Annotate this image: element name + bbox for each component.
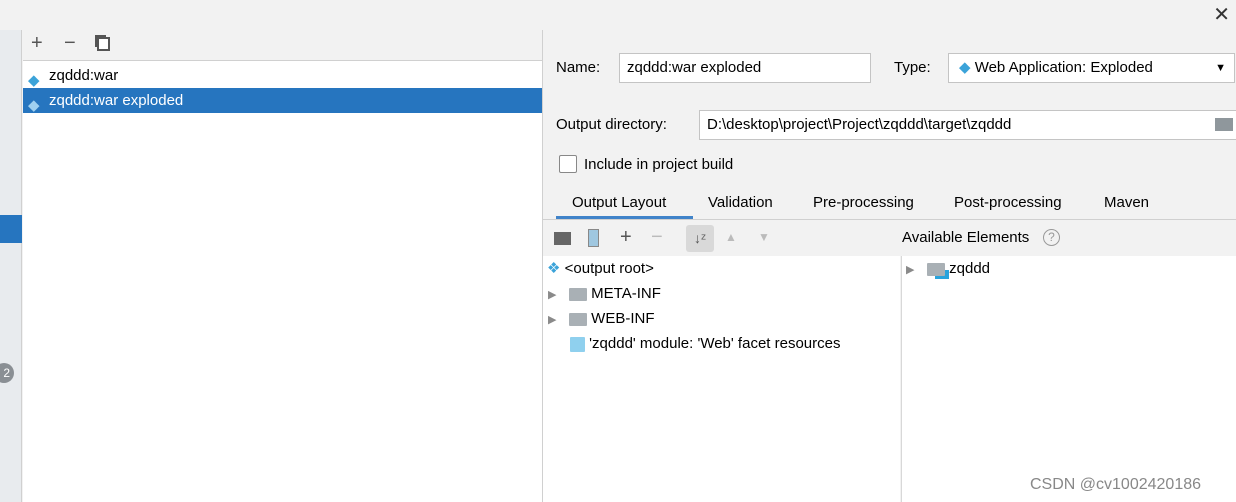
available-elements-title: Available Elements: [902, 229, 1030, 246]
remove-element-icon[interactable]: −: [651, 226, 663, 249]
type-label: Type:: [894, 59, 931, 76]
artifact-list: ◆ zqddd:war ◆ zqddd:war exploded: [23, 60, 542, 502]
include-label: Include in project build: [584, 156, 734, 173]
name-input[interactable]: zqddd:war exploded: [619, 53, 871, 83]
type-select[interactable]: ◆ Web Application: Exploded ▼: [948, 53, 1235, 83]
web-facet-icon: [570, 336, 585, 352]
include-checkbox[interactable]: [559, 155, 577, 173]
available-item[interactable]: ▶ zqddd: [906, 256, 990, 281]
archive-icon[interactable]: [588, 229, 599, 247]
artifact-icon: ◆: [28, 97, 40, 114]
move-up-icon[interactable]: ▲: [725, 230, 737, 244]
expand-arrow-icon[interactable]: ▶: [548, 314, 556, 326]
copy-icon[interactable]: [97, 37, 110, 51]
folder-open-icon[interactable]: [1215, 118, 1233, 131]
output-directory-label: Output directory:: [556, 116, 667, 133]
tree-item-web-facet[interactable]: 'zqddd' module: 'Web' facet resources: [570, 331, 840, 356]
module-folder-icon: [926, 262, 945, 276]
folder-icon: [568, 312, 587, 326]
tab-output-layout[interactable]: Output Layout: [572, 193, 666, 213]
move-down-icon[interactable]: ▼: [758, 230, 770, 244]
name-label: Name:: [556, 59, 601, 76]
artifact-item[interactable]: ◆ zqddd:war: [23, 63, 542, 89]
output-directory-input[interactable]: D:\desktop\project\Project\zqddd\target\…: [699, 110, 1236, 140]
chevron-down-icon: ▼: [1215, 62, 1226, 74]
tab-maven[interactable]: Maven: [1104, 193, 1149, 213]
output-layout-tree: ❖ <output root> ▶ META-INF ▶ WEB-INF 'zq…: [543, 256, 900, 502]
watermark: CSDN @cv1002420186: [1030, 476, 1202, 493]
tab-pre-processing[interactable]: Pre-processing: [813, 193, 914, 213]
expand-arrow-icon[interactable]: ▶: [906, 264, 914, 276]
available-elements-tree: ▶ zqddd: [901, 256, 1236, 502]
divider: [543, 219, 1236, 220]
folder-icon: [568, 287, 587, 301]
help-icon[interactable]: ?: [1043, 229, 1060, 246]
web-app-icon: ◆: [959, 59, 975, 76]
sort-icon[interactable]: ↓ᶻ: [686, 225, 714, 252]
tree-item-meta-inf[interactable]: ▶ META-INF: [548, 281, 661, 306]
remove-icon[interactable]: −: [64, 32, 76, 55]
artifact-icon: ◆: [28, 72, 40, 89]
new-folder-icon[interactable]: [554, 232, 571, 245]
side-strip: [0, 30, 22, 502]
tab-post-processing[interactable]: Post-processing: [954, 193, 1062, 213]
artifact-item-selected[interactable]: ◆ zqddd:war exploded: [23, 88, 542, 114]
tab-validation[interactable]: Validation: [708, 193, 773, 213]
side-strip-selection: [0, 215, 22, 243]
expand-arrow-icon[interactable]: ▶: [548, 289, 556, 301]
tree-item-web-inf[interactable]: ▶ WEB-INF: [548, 306, 654, 331]
artifact-icon: ❖: [547, 260, 561, 277]
tree-item-output-root[interactable]: ❖ <output root>: [547, 256, 654, 281]
close-icon[interactable]: ✕: [1213, 2, 1230, 27]
add-copy-icon[interactable]: +: [620, 226, 632, 249]
add-icon[interactable]: +: [31, 32, 43, 55]
